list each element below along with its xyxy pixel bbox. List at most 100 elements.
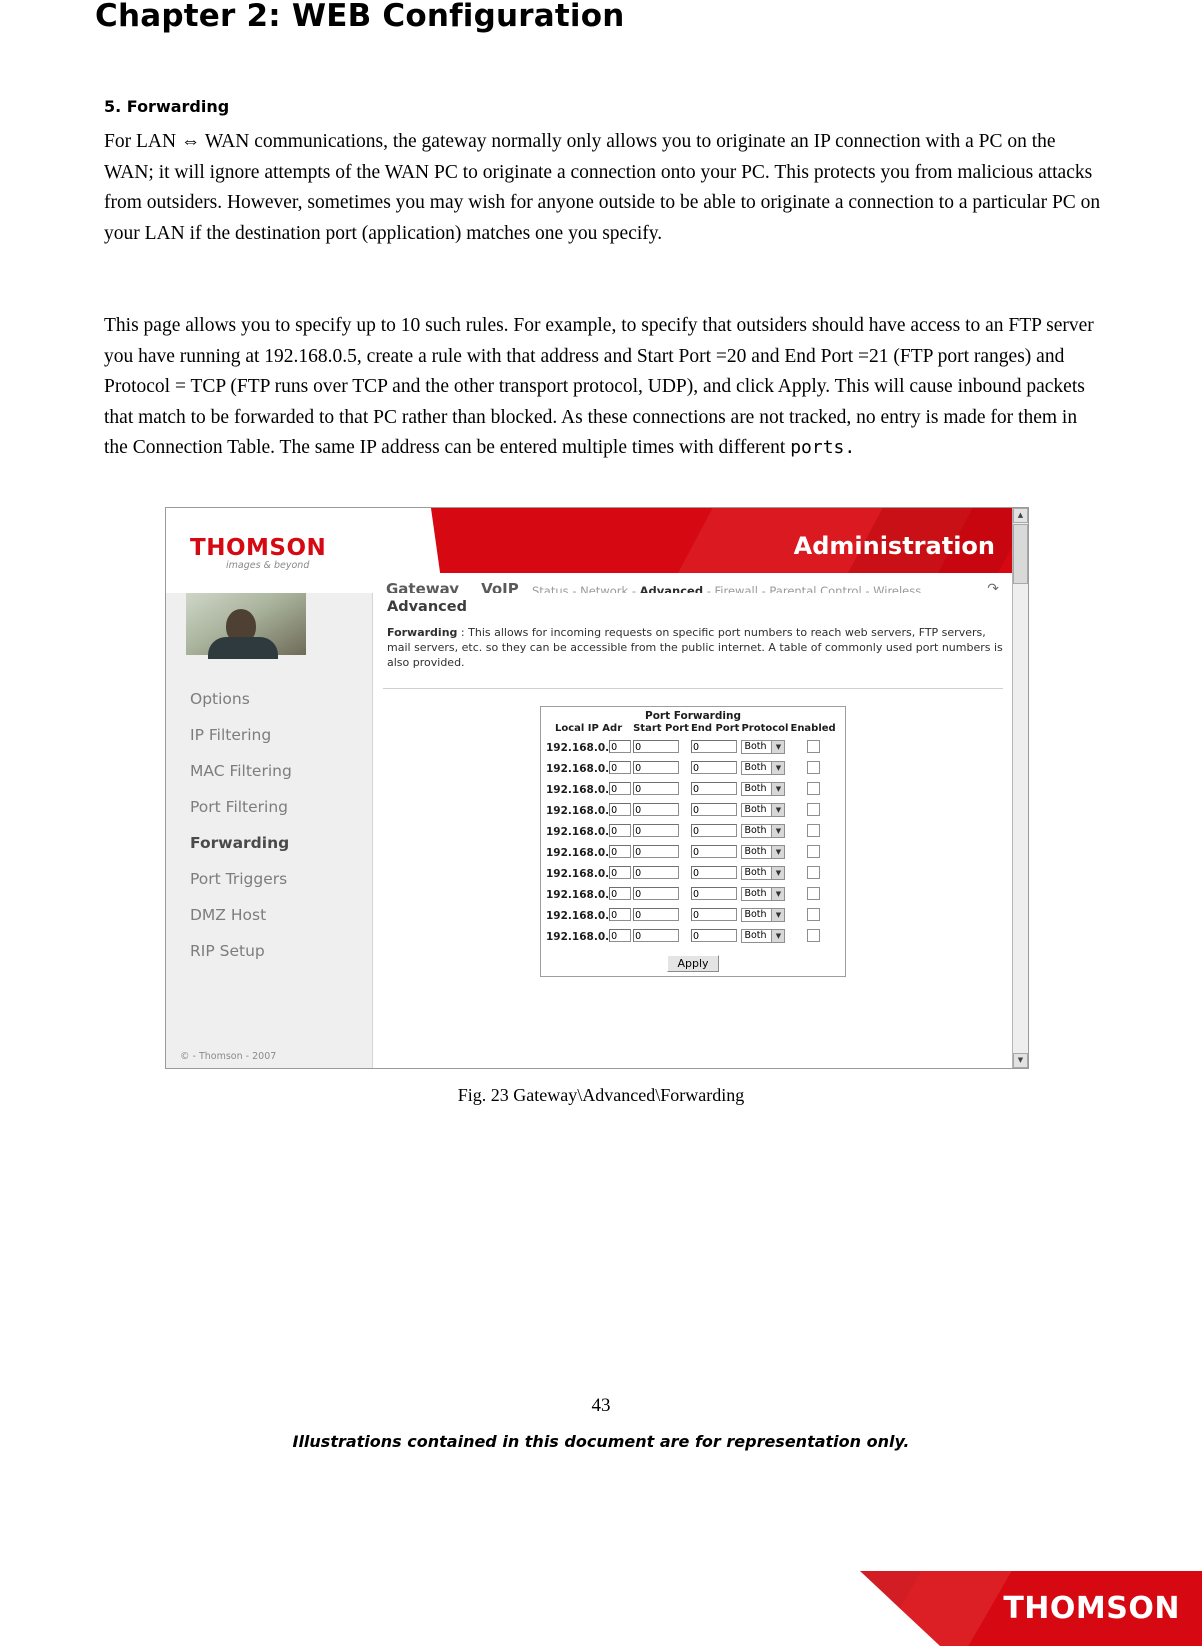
ip-suffix-input[interactable]: 0 bbox=[609, 803, 632, 816]
ip-suffix-input[interactable]: 0 bbox=[609, 740, 632, 753]
scrollbar-thumb[interactable] bbox=[1013, 524, 1028, 584]
cell-protocol: Both ▼ bbox=[740, 798, 789, 819]
chevron-down-icon[interactable]: ▼ bbox=[771, 845, 785, 858]
apply-button[interactable]: Apply bbox=[667, 955, 719, 972]
cell-end-port: 0 bbox=[690, 861, 741, 882]
chevron-down-icon[interactable]: ▼ bbox=[771, 761, 785, 774]
protocol-select[interactable]: Both ▼ bbox=[741, 823, 786, 838]
end-port-input[interactable]: 0 bbox=[690, 908, 737, 921]
ip-suffix-input[interactable]: 0 bbox=[609, 929, 632, 942]
protocol-value: Both bbox=[744, 740, 767, 752]
end-port-input[interactable]: 0 bbox=[690, 782, 737, 795]
end-port-input[interactable]: 0 bbox=[690, 761, 737, 774]
start-port-input[interactable]: 0 bbox=[633, 803, 680, 816]
ip-prefix-label: 192.168.0. bbox=[546, 847, 610, 859]
protocol-select[interactable]: Both ▼ bbox=[741, 928, 786, 943]
chevron-down-icon[interactable]: ▼ bbox=[771, 866, 785, 879]
ip-suffix-input[interactable]: 0 bbox=[609, 761, 632, 774]
start-port-input[interactable]: 0 bbox=[633, 929, 680, 942]
header-local-ip: Local IP Adr bbox=[554, 723, 623, 734]
chevron-down-icon[interactable]: ▼ bbox=[771, 887, 785, 900]
vertical-scrollbar[interactable]: ▲ ▼ bbox=[1012, 508, 1028, 1068]
cell-enabled bbox=[789, 819, 836, 840]
chevron-down-icon[interactable]: ▼ bbox=[771, 740, 785, 753]
ip-prefix-label: 192.168.0. bbox=[546, 826, 610, 838]
thomson-tagline: images & beyond bbox=[226, 560, 310, 571]
chevron-down-icon[interactable]: ▼ bbox=[771, 803, 785, 816]
protocol-select[interactable]: Both ▼ bbox=[741, 865, 786, 880]
start-port-input[interactable]: 0 bbox=[633, 887, 680, 900]
end-port-input[interactable]: 0 bbox=[690, 887, 737, 900]
sidebar-item-port-triggers[interactable]: Port Triggers bbox=[166, 861, 372, 897]
start-port-input[interactable]: 0 bbox=[633, 908, 680, 921]
enabled-checkbox[interactable] bbox=[806, 761, 820, 774]
cell-enabled bbox=[789, 840, 836, 861]
enabled-checkbox[interactable] bbox=[806, 782, 820, 795]
start-port-input[interactable]: 0 bbox=[633, 845, 680, 858]
sidebar-item-ip-filtering[interactable]: IP Filtering bbox=[166, 717, 372, 753]
protocol-select[interactable]: Both ▼ bbox=[741, 844, 786, 859]
enabled-checkbox[interactable] bbox=[806, 866, 820, 879]
ip-suffix-input[interactable]: 0 bbox=[609, 824, 632, 837]
cell-protocol: Both ▼ bbox=[740, 777, 789, 798]
enabled-checkbox[interactable] bbox=[806, 740, 820, 753]
enabled-checkbox[interactable] bbox=[806, 887, 820, 900]
chevron-down-icon[interactable]: ▼ bbox=[771, 782, 785, 795]
sidebar-item-options[interactable]: Options bbox=[166, 681, 372, 717]
start-port-input[interactable]: 0 bbox=[633, 761, 680, 774]
start-port-input[interactable]: 0 bbox=[633, 782, 680, 795]
enabled-checkbox[interactable] bbox=[806, 824, 820, 837]
protocol-select[interactable]: Both ▼ bbox=[741, 739, 786, 754]
end-port-input[interactable]: 0 bbox=[690, 740, 737, 753]
start-port-input[interactable]: 0 bbox=[633, 824, 680, 837]
cell-end-port: 0 bbox=[690, 777, 741, 798]
cell-protocol: Both ▼ bbox=[740, 840, 789, 861]
sidebar-item-dmz-host[interactable]: DMZ Host bbox=[166, 897, 372, 933]
content-divider bbox=[383, 688, 1003, 689]
end-port-input[interactable]: 0 bbox=[690, 845, 737, 858]
table-row: 192.168.0. 0 0 0 Both ▼ bbox=[545, 882, 837, 903]
ip-suffix-input[interactable]: 0 bbox=[609, 887, 632, 900]
sidebar-item-port-filtering[interactable]: Port Filtering bbox=[166, 789, 372, 825]
ip-prefix-label: 192.168.0. bbox=[546, 931, 610, 943]
ip-suffix-input[interactable]: 0 bbox=[609, 782, 632, 795]
end-port-input[interactable]: 0 bbox=[690, 824, 737, 837]
sidebar-item-rip-setup[interactable]: RIP Setup bbox=[166, 933, 372, 969]
enabled-checkbox[interactable] bbox=[806, 929, 820, 942]
footer-note: Illustrations contained in this document… bbox=[292, 1432, 910, 1451]
chevron-down-icon[interactable]: ▼ bbox=[771, 908, 785, 921]
chevron-down-icon[interactable]: ▼ bbox=[771, 824, 785, 837]
paragraph-rules: This page allows you to specify up to 10… bbox=[104, 311, 1104, 464]
sidebar-item-forwarding[interactable]: Forwarding bbox=[166, 825, 372, 861]
cell-end-port: 0 bbox=[690, 735, 741, 756]
ip-prefix-label: 192.168.0. bbox=[546, 868, 610, 880]
description-label: Forwarding bbox=[387, 626, 458, 639]
sidebar-item-mac-filtering[interactable]: MAC Filtering bbox=[166, 753, 372, 789]
protocol-value: Both bbox=[744, 761, 767, 773]
scroll-up-icon[interactable]: ▲ bbox=[1013, 508, 1028, 523]
chapter-title: Chapter 2: WEB Configuration bbox=[95, 0, 625, 34]
cell-local-ip: 192.168.0. 0 bbox=[545, 924, 632, 945]
header-end-port: End Port bbox=[690, 723, 740, 734]
ip-suffix-input[interactable]: 0 bbox=[609, 908, 632, 921]
scroll-down-icon[interactable]: ▼ bbox=[1013, 1053, 1028, 1068]
description-text: This allows for incoming requests on spe… bbox=[387, 626, 1003, 669]
ip-suffix-input[interactable]: 0 bbox=[609, 845, 632, 858]
protocol-select[interactable]: Both ▼ bbox=[741, 802, 786, 817]
start-port-input[interactable]: 0 bbox=[633, 866, 680, 879]
end-port-input[interactable]: 0 bbox=[690, 929, 737, 942]
enabled-checkbox[interactable] bbox=[806, 908, 820, 921]
enabled-checkbox[interactable] bbox=[806, 803, 820, 816]
end-port-input[interactable]: 0 bbox=[690, 866, 737, 879]
protocol-select[interactable]: Both ▼ bbox=[741, 781, 786, 796]
protocol-select[interactable]: Both ▼ bbox=[741, 907, 786, 922]
port-forwarding-table-box: Port Forwarding Local IP Adr Start Port … bbox=[540, 706, 846, 977]
protocol-select[interactable]: Both ▼ bbox=[741, 760, 786, 775]
ip-suffix-input[interactable]: 0 bbox=[609, 866, 632, 879]
protocol-select[interactable]: Both ▼ bbox=[741, 886, 786, 901]
end-port-input[interactable]: 0 bbox=[690, 803, 737, 816]
enabled-checkbox[interactable] bbox=[806, 845, 820, 858]
chevron-down-icon[interactable]: ▼ bbox=[771, 929, 785, 942]
cell-enabled bbox=[789, 735, 836, 756]
start-port-input[interactable]: 0 bbox=[633, 740, 680, 753]
